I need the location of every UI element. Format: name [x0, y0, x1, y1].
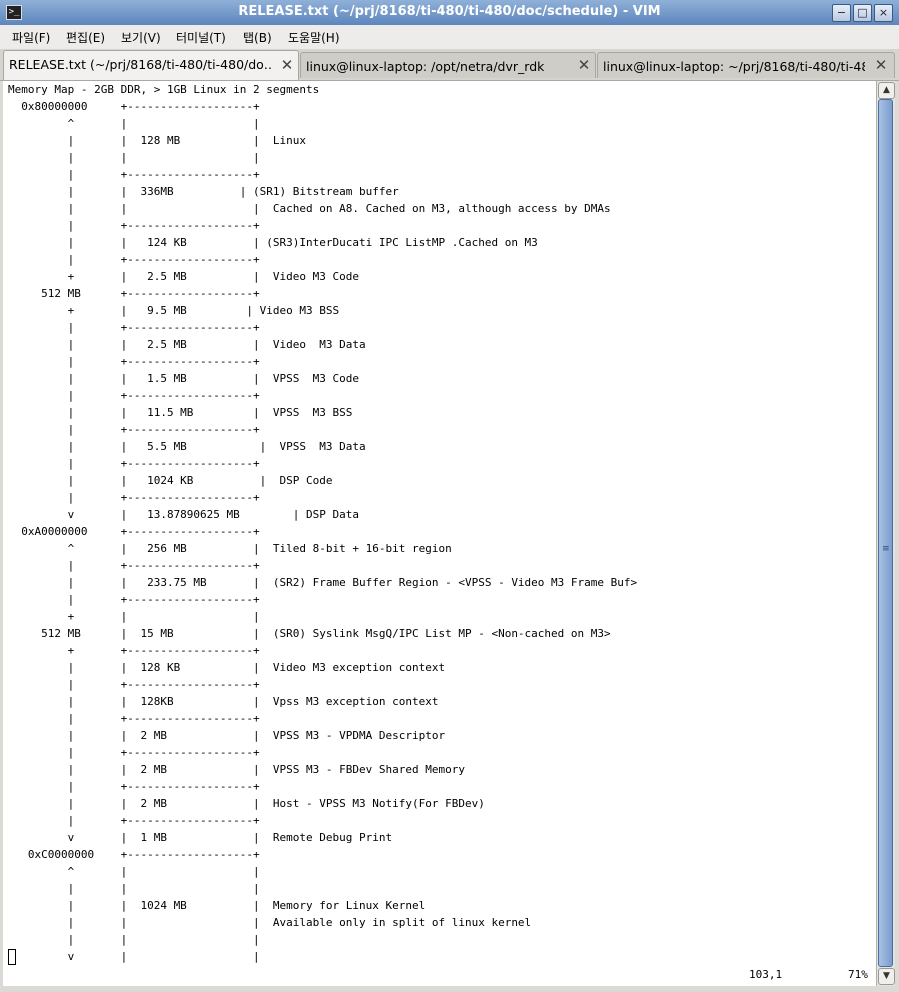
editor-line: | | 128 KB | Video M3 exception context	[8, 661, 446, 674]
editor-line: | +-------------------+	[8, 321, 260, 334]
editor-text: Memory Map - 2GB DDR, > 1GB Linux in 2 s…	[3, 81, 876, 965]
menu-view[interactable]: 보기(V)	[121, 29, 161, 46]
close-button[interactable]: ×	[874, 4, 893, 22]
grip-icon: ≡	[882, 544, 890, 554]
text-cursor	[8, 949, 16, 965]
close-tab-icon[interactable]: ✕	[577, 58, 591, 73]
editor-line: | +-------------------+	[8, 712, 260, 725]
menu-terminal[interactable]: 터미널(T)	[176, 29, 226, 46]
editor-line: + | 2.5 MB | Video M3 Code	[8, 270, 359, 283]
editor-line: | +-------------------+	[8, 355, 260, 368]
scroll-down-icon[interactable]: ▼	[878, 968, 895, 985]
editor-line: 512 MB +-------------------+	[8, 287, 260, 300]
editor-line: ^ | |	[8, 865, 260, 878]
editor-line: v | 1 MB | Remote Debug Print	[8, 831, 393, 844]
editor-line: | | 336MB | (SR1) Bitstream buffer	[8, 185, 399, 198]
editor-line: | | 124 KB | (SR3)InterDucati IPC ListMP…	[8, 236, 538, 249]
editor-line: | +-------------------+	[8, 814, 260, 827]
editor-line: | +-------------------+	[8, 678, 260, 691]
tab-label: linux@linux-laptop: ~/prj/8168/ti-480/ti…	[603, 59, 865, 74]
editor-line: | | 1024 KB | DSP Code	[8, 474, 333, 487]
editor-line: | +-------------------+	[8, 780, 260, 793]
editor-line: v | |	[8, 950, 260, 963]
editor-line: | | 128 MB | Linux	[8, 134, 307, 147]
editor-line: | +-------------------+	[8, 253, 260, 266]
editor-line: Memory Map - 2GB DDR, > 1GB Linux in 2 s…	[8, 83, 320, 96]
editor-line: | +-------------------+	[8, 457, 260, 470]
maximize-button[interactable]: □	[853, 4, 872, 22]
tab-dvr-rdk[interactable]: linux@linux-laptop: /opt/netra/dvr_rdk ✕	[300, 52, 596, 78]
editor-line: 0xC0000000 +-------------------+	[8, 848, 260, 861]
scroll-percent: 71%	[848, 968, 868, 981]
scroll-thumb[interactable]: ≡	[878, 99, 893, 967]
editor-line: | | 2 MB | VPSS M3 - FBDev Shared Memory	[8, 763, 465, 776]
editor-line: | | 11.5 MB | VPSS M3 BSS	[8, 406, 353, 419]
editor-line: | | |	[8, 882, 260, 895]
scroll-up-icon[interactable]: ▲	[878, 82, 895, 99]
cursor-position: 103,1	[749, 968, 783, 981]
editor-line: | | 5.5 MB | VPSS M3 Data	[8, 440, 366, 453]
editor-line: | | | Available only in split of linux k…	[8, 916, 532, 929]
editor-line: ^ | 256 MB | Tiled 8-bit + 16-bit region	[8, 542, 452, 555]
minimize-button[interactable]: −	[832, 4, 851, 22]
editor-line: 512 MB | 15 MB | (SR0) Syslink MsgQ/IPC …	[8, 627, 611, 640]
editor-line: | +-------------------+	[8, 559, 260, 572]
editor-line: + +-------------------+	[8, 644, 260, 657]
menu-tabs[interactable]: 탭(B)	[243, 29, 272, 46]
editor-line: | +-------------------+	[8, 168, 260, 181]
tab-ti-480[interactable]: linux@linux-laptop: ~/prj/8168/ti-480/ti…	[597, 52, 895, 78]
editor-line: | | |	[8, 151, 260, 164]
editor-line: | | |	[8, 933, 260, 946]
tab-label: linux@linux-laptop: /opt/netra/dvr_rdk	[306, 59, 545, 74]
title-bar: >_ RELEASE.txt (~/prj/8168/ti-480/ti-480…	[0, 0, 899, 26]
editor-line: | | 1024 MB | Memory for Linux Kernel	[8, 899, 426, 912]
editor-line: | | 128KB | Vpss M3 exception context	[8, 695, 439, 708]
editor-line: ^ | |	[8, 117, 260, 130]
editor-line: v | 13.87890625 MB | DSP Data	[8, 508, 359, 521]
editor-line: | | | Cached on A8. Cached on M3, althou…	[8, 202, 611, 215]
editor-line: | | 233.75 MB | (SR2) Frame Buffer Regio…	[8, 576, 638, 589]
menu-bar: 파일(F) 편집(E) 보기(V) 터미널(T) 탭(B) 도움말(H)	[0, 25, 899, 50]
editor-line: 0x80000000 +-------------------+	[8, 100, 260, 113]
editor-line: | +-------------------+	[8, 423, 260, 436]
menu-edit[interactable]: 편집(E)	[66, 29, 105, 46]
vertical-scrollbar[interactable]: ▲ ≡ ▼	[876, 81, 895, 986]
editor-line: | +-------------------+	[8, 746, 260, 759]
menu-file[interactable]: 파일(F)	[12, 29, 50, 46]
editor-line: | | 1.5 MB | VPSS M3 Code	[8, 372, 359, 385]
editor-line: | | 2 MB | VPSS M3 - VPDMA Descriptor	[8, 729, 446, 742]
window-title: RELEASE.txt (~/prj/8168/ti-480/ti-480/do…	[238, 4, 661, 19]
editor-line: + | 9.5 MB | Video M3 BSS	[8, 304, 340, 317]
close-tab-icon[interactable]: ✕	[874, 58, 888, 73]
tab-bar: RELEASE.txt (~/prj/8168/ti-480/ti-480/do…	[0, 49, 899, 81]
close-tab-icon[interactable]: ✕	[280, 58, 294, 73]
tab-release-txt[interactable]: RELEASE.txt (~/prj/8168/ti-480/ti-480/do…	[3, 50, 299, 80]
tab-label: RELEASE.txt (~/prj/8168/ti-480/ti-480/do…	[9, 57, 271, 72]
editor-line: | +-------------------+	[8, 389, 260, 402]
editor-line: | +-------------------+	[8, 491, 260, 504]
vim-editor[interactable]: Memory Map - 2GB DDR, > 1GB Linux in 2 s…	[3, 81, 876, 986]
editor-line: | | 2 MB | Host - VPSS M3 Notify(For FBD…	[8, 797, 485, 810]
menu-help[interactable]: 도움말(H)	[288, 29, 340, 46]
editor-line: | +-------------------+	[8, 593, 260, 606]
editor-line: | +-------------------+	[8, 219, 260, 232]
editor-line: 0xA0000000 +-------------------+	[8, 525, 260, 538]
editor-line: + | |	[8, 610, 260, 623]
editor-line: | | 2.5 MB | Video M3 Data	[8, 338, 366, 351]
